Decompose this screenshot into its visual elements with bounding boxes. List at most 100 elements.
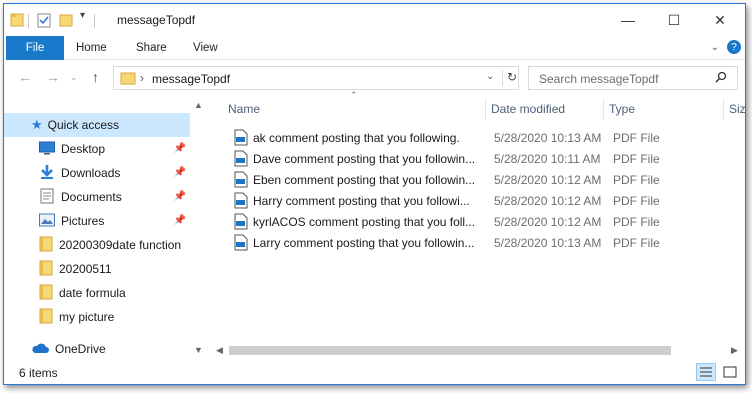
file-type: PDF File: [613, 194, 660, 208]
sidebar-item-label: Quick access: [47, 118, 120, 132]
tab-view[interactable]: View: [183, 36, 228, 60]
search-icon[interactable]: [715, 71, 727, 86]
column-header-date-modified[interactable]: Date modified: [491, 98, 565, 120]
search-input[interactable]: Search messageTopdf: [539, 72, 658, 86]
pdf-file-icon: [234, 129, 248, 149]
help-icon[interactable]: ?: [727, 40, 741, 54]
file-type: PDF File: [613, 236, 660, 250]
sidebar-item-onedrive[interactable]: OneDrive: [4, 337, 192, 361]
recent-locations-chevron-icon[interactable]: ⌄: [70, 72, 78, 83]
sidebar-item-my-picture[interactable]: my picture: [4, 305, 192, 329]
quick-access-separator: [28, 14, 29, 28]
pdf-file-icon: [234, 234, 248, 254]
sidebar-item-desktop[interactable]: Desktop 📌: [4, 137, 192, 161]
tab-home[interactable]: Home: [66, 36, 117, 60]
file-row[interactable]: ak comment posting that you following. 5…: [226, 128, 736, 149]
desktop-icon: [39, 141, 55, 158]
scrollbar-thumb[interactable]: [229, 346, 671, 355]
sidebar-item-label: 20200309date function: [59, 238, 182, 252]
pin-icon[interactable]: 📌: [174, 191, 186, 202]
up-arrow-icon[interactable]: ↑: [92, 69, 99, 85]
pictures-icon: [39, 213, 55, 230]
search-box[interactable]: Search messageTopdf: [528, 66, 738, 90]
sidebar-item-folder-20200511[interactable]: 20200511: [4, 257, 192, 281]
scroll-up-icon[interactable]: ▲: [190, 97, 207, 114]
close-button[interactable]: ✕: [697, 4, 743, 36]
refresh-icon[interactable]: ↻: [507, 70, 517, 84]
sidebar-item-pictures[interactable]: Pictures 📌: [4, 209, 192, 233]
file-name: Dave comment posting that you followin..…: [253, 152, 476, 166]
sidebar-item-label: OneDrive: [55, 342, 106, 356]
tab-share[interactable]: Share: [126, 36, 177, 60]
customize-toolbar-icon[interactable]: ▾: [80, 10, 85, 26]
scroll-left-icon[interactable]: ◀: [211, 342, 228, 359]
large-icons-view-icon: [723, 366, 737, 378]
ribbon-tabs: File Home Share View ⌄ ?: [4, 36, 745, 60]
large-icons-view-button[interactable]: [720, 363, 740, 381]
address-path[interactable]: messageTopdf: [152, 72, 230, 86]
pdf-file-icon: [234, 150, 248, 170]
sidebar-item-downloads[interactable]: Downloads 📌: [4, 161, 192, 185]
address-bar[interactable]: › messageTopdf ⌄ ↻: [113, 66, 519, 90]
file-row[interactable]: Harry comment posting that you followi..…: [226, 191, 736, 212]
column-header-name[interactable]: Name: [228, 98, 260, 120]
navigation-pane: ★ Quick access Desktop 📌 Downloads 📌 Doc…: [4, 95, 209, 359]
window-title: messageTopdf: [117, 13, 196, 27]
pin-icon[interactable]: 📌: [174, 215, 186, 226]
maximize-button[interactable]: ☐: [651, 4, 697, 36]
column-divider[interactable]: [485, 98, 486, 120]
sidebar-item-documents[interactable]: Documents 📌: [4, 185, 192, 209]
cloud-icon: [31, 342, 49, 357]
address-folder-icon: [120, 70, 136, 89]
address-dropdown-icon[interactable]: ⌄: [486, 71, 494, 82]
file-row[interactable]: Dave comment posting that you followin..…: [226, 149, 736, 170]
scroll-right-icon[interactable]: ▶: [726, 342, 743, 359]
details-view-button[interactable]: [696, 363, 716, 381]
file-type: PDF File: [613, 215, 660, 229]
item-count: 6 items: [19, 366, 58, 380]
sidebar-item-label: Downloads: [61, 166, 121, 180]
pin-icon[interactable]: 📌: [174, 167, 186, 178]
pin-icon[interactable]: 📌: [174, 143, 186, 154]
expand-ribbon-icon[interactable]: ⌄: [711, 42, 719, 53]
new-folder-icon[interactable]: [59, 12, 73, 28]
file-row[interactable]: Eben comment posting that you followin..…: [226, 170, 736, 191]
file-list-pane: ⌃ Name Date modified Type Siz ak comment…: [209, 90, 745, 359]
minimize-button[interactable]: —: [605, 4, 651, 36]
sidebar-item-label: my picture: [59, 310, 115, 324]
folder-icon: [39, 308, 53, 327]
navigation-scrollbar[interactable]: ▲ ▼: [190, 95, 207, 359]
sidebar-item-folder-20200309[interactable]: 20200309date function: [4, 233, 192, 257]
pdf-file-icon: [234, 192, 248, 212]
file-date: 5/28/2020 10:12 AM: [494, 173, 602, 187]
forward-arrow-icon[interactable]: →: [46, 69, 60, 85]
path-separator[interactable]: ›: [140, 71, 144, 85]
column-header-size[interactable]: Siz: [729, 98, 745, 120]
file-name: Larry comment posting that you followin.…: [253, 236, 475, 250]
ribbon-help-area: ⌄ ?: [711, 40, 741, 54]
column-divider[interactable]: [723, 98, 724, 120]
sidebar-item-label: Desktop: [61, 142, 106, 156]
back-arrow-icon[interactable]: ←: [18, 69, 32, 85]
folder-app-icon: [10, 12, 24, 28]
file-name: ak comment posting that you following.: [253, 131, 460, 145]
sidebar-item-date-formula[interactable]: date formula: [4, 281, 192, 305]
properties-icon[interactable]: [37, 12, 51, 28]
file-row[interactable]: Larry comment posting that you followin.…: [226, 233, 736, 254]
folder-icon: [39, 284, 53, 303]
title-separator: [94, 14, 95, 28]
file-type: PDF File: [613, 152, 660, 166]
address-row: ← → ⌄ ↑ › messageTopdf ⌄ ↻ Search messag…: [4, 61, 745, 95]
scroll-down-icon[interactable]: ▼: [190, 342, 207, 359]
file-date: 5/28/2020 10:12 AM: [494, 215, 602, 229]
horizontal-scrollbar[interactable]: ◀ ▶: [209, 342, 745, 359]
file-type: PDF File: [613, 131, 660, 145]
folder-icon: [39, 236, 53, 255]
tab-file[interactable]: File: [6, 36, 64, 60]
column-divider[interactable]: [603, 98, 604, 120]
file-name: Eben comment posting that you followin..…: [253, 173, 476, 187]
sidebar-item-quick-access[interactable]: ★ Quick access: [4, 113, 204, 137]
column-header-type[interactable]: Type: [609, 98, 635, 120]
file-name: kyrlACOS comment posting that you foll..…: [253, 215, 476, 229]
file-row[interactable]: kyrlACOS comment posting that you foll..…: [226, 212, 736, 233]
